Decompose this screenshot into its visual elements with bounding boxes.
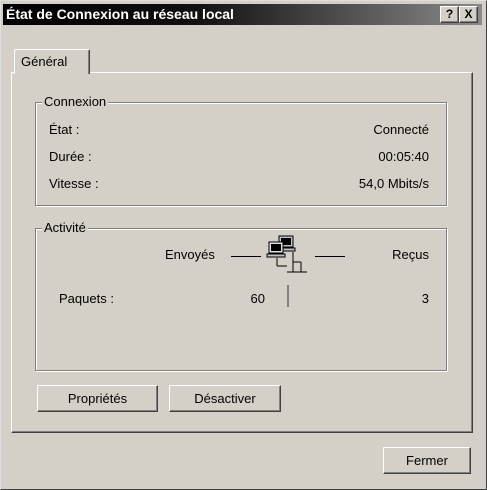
tab-general[interactable]: Général [14,49,90,74]
tab-general-label: Général [21,54,68,69]
close-button[interactable]: Fermer [383,447,471,474]
packets-sent-value: 60 [250,291,265,306]
received-label: Reçus [392,247,429,262]
help-icon: ? [445,7,454,21]
network-computers-icon [266,235,307,273]
speed-label: Vitesse : [49,176,99,191]
duration-label: Durée : [49,149,92,164]
activity-divider [287,285,289,307]
close-title-button[interactable]: X [459,6,478,23]
help-button[interactable]: ? [440,6,459,23]
state-value: Connecté [373,122,429,137]
sent-label: Envoyés [165,247,215,262]
window-title: État de Connexion au réseau local [6,6,234,22]
dialog-window: État de Connexion au réseau local ? X Gé… [0,0,487,490]
title-bar[interactable]: État de Connexion au réseau local ? X [3,4,482,25]
packets-received-value: 3 [421,291,429,306]
disable-button[interactable]: Désactiver [169,385,281,412]
properties-button[interactable]: Propriétés [37,385,158,412]
properties-button-label: Propriétés [67,391,128,406]
connexion-group-label: Connexion [42,94,109,109]
activite-group-label: Activité [42,220,88,235]
close-icon: X [464,7,473,21]
received-line [315,256,345,257]
duration-value: 00:05:40 [378,149,429,164]
packets-label: Paquets : [59,291,114,306]
sent-line [231,256,261,257]
state-label: État : [49,122,80,137]
close-button-label: Fermer [406,453,448,468]
disable-button-label: Désactiver [194,391,256,406]
speed-value: 54,0 Mbits/s [358,176,429,191]
